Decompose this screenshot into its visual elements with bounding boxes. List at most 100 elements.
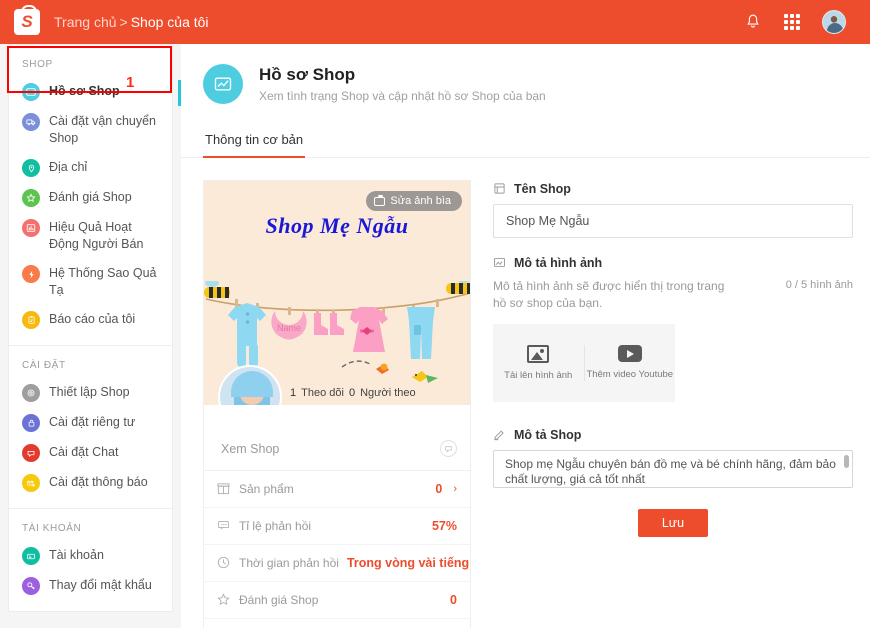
top-bar-actions — [744, 10, 856, 34]
page-header: Hồ sơ Shop Xem tình trạng Shop và cập nh… — [181, 44, 870, 122]
chat-bubble-icon[interactable] — [440, 440, 457, 457]
view-shop-row[interactable]: Xem Shop — [204, 427, 470, 471]
shop-cover-image: Shop Mẹ Ngẫu Name Sửa ảnh bìa 1 Theo dõi… — [204, 181, 470, 405]
sidebar-item-tai-khoan[interactable]: Tài khoản — [9, 541, 172, 571]
sidebar-item-cai-dat-thong-bao[interactable]: Cài đặt thông báo — [9, 468, 172, 498]
gear-icon — [22, 384, 40, 402]
shopee-logo-icon[interactable]: S — [14, 5, 40, 35]
star-outline-icon — [217, 593, 231, 607]
stat-value: 0 — [450, 593, 457, 607]
following-label: Theo dõi — [301, 387, 344, 399]
breadcrumb-home-link[interactable]: Trang chủ — [54, 14, 117, 30]
stat-label: Đánh giá Shop — [239, 593, 319, 607]
stat-value: 57% — [431, 519, 457, 533]
stat-row[interactable]: Thời gian phản hồi Trong vòng vài tiếng — [204, 545, 470, 582]
upload-image-label: Tải lên hình ảnh — [504, 369, 573, 381]
sidebar-item-thay-doi-mat-khau[interactable]: Thay đổi mật khẩu — [9, 571, 172, 601]
sidebar-item-label: Hồ sơ Shop — [49, 84, 120, 98]
avatar[interactable] — [822, 10, 846, 34]
sidebar-item-cai-dat-chat[interactable]: Cài đặt Chat — [9, 438, 172, 468]
sidebar-item-label: Hệ Thống Sao Quả Tạ — [49, 266, 157, 297]
apps-grid-icon[interactable] — [784, 14, 800, 30]
edit-cover-button[interactable]: Sửa ảnh bìa — [366, 191, 462, 211]
image-desc-label-row: Mô tả hình ảnh — [493, 256, 853, 270]
breadcrumb: Trang chủ > Shop của tôi — [54, 14, 209, 30]
save-button[interactable]: Lưu — [637, 509, 709, 537]
stat-row[interactable]: Tỉ lệ phản hồi 57% — [204, 508, 470, 545]
add-youtube-video-button[interactable]: Thêm video Youtube — [583, 345, 676, 381]
shop-avatar-wrap[interactable]: Sửa — [218, 365, 282, 405]
sidebar-group-title-shop: SHOP — [22, 59, 53, 70]
sidebar-item-label: Tài khoản — [49, 548, 104, 562]
sidebar-item-label: Cài đặt riêng tư — [49, 415, 136, 429]
pencil-icon — [493, 428, 507, 442]
chat-icon — [22, 444, 40, 462]
image-desc-label: Mô tả hình ảnh — [514, 256, 603, 270]
breadcrumb-current: Shop của tôi — [130, 14, 209, 30]
stat-label: Tỉ lệ phản hồi — [239, 519, 312, 533]
breadcrumb-separator: > — [119, 14, 128, 30]
annotation-step-number: 1 — [126, 74, 135, 91]
youtube-icon — [617, 345, 642, 362]
bell-mail-icon — [22, 474, 40, 492]
lock-icon — [22, 414, 40, 432]
sidebar-item-bao-cao-cua-toi[interactable]: Báo cáo của tôi — [9, 305, 172, 335]
following-count: 1 — [290, 387, 297, 399]
sidebar-group-shop: SHOP Hồ sơ Shop Cài đặt vận chuyển Shop … — [9, 45, 181, 345]
svg-text:Name: Name — [277, 323, 301, 333]
stat-value: 0 — [435, 482, 443, 496]
image-count: 0 / 5 hình ảnh — [785, 279, 853, 291]
sidebar-item-ho-so-shop[interactable]: Hồ sơ Shop — [9, 77, 181, 107]
sidebar-item-label: Đánh giá Shop — [49, 190, 132, 204]
sidebar-item-he-thong-sao-qua-ta[interactable]: Hệ Thống Sao Quả Tạ — [9, 259, 172, 305]
camera-icon — [374, 194, 386, 206]
sidebar-group-tai-khoan: TÀI KHOẢN Tài khoản Thay đổi mật khẩu — [9, 508, 172, 611]
sidebar-item-thiet-lap-shop[interactable]: Thiết lập Shop — [9, 378, 172, 408]
card-icon — [22, 547, 40, 565]
key-icon — [22, 577, 40, 595]
image-icon — [493, 256, 507, 270]
sidebar-item-label: Báo cáo của tôi — [49, 312, 136, 326]
report-icon — [22, 311, 40, 329]
sidebar-item-label: Thay đổi mật khẩu — [49, 578, 152, 592]
edit-cover-label: Sửa ảnh bìa — [390, 195, 451, 207]
tab-thong-tin-co-ban[interactable]: Thông tin cơ bản — [203, 122, 306, 158]
sidebar-item-dia-chi[interactable]: Địa chỉ — [9, 153, 172, 183]
stat-label: Thời gian phản hồi — [239, 556, 339, 570]
shop-name-label-row: Tên Shop — [493, 182, 853, 196]
stat-row[interactable]: Đánh giá Shop 0 — [204, 582, 470, 619]
avatar-hood — [231, 371, 273, 397]
sidebar-item-hieu-qua-hoat-dong-nguoi-ban[interactable]: Hiệu Quả Hoạt Động Người Bán — [9, 213, 172, 259]
sidebar-item-label: Cài đặt thông báo — [49, 475, 148, 489]
followers-count: 0 — [348, 387, 356, 399]
reply-icon — [217, 519, 231, 533]
sidebar-item-label: Hiệu Quả Hoạt Động Người Bán — [49, 220, 144, 251]
profile-header-icon — [203, 64, 243, 104]
shop-desc-label-row: Mô tả Shop — [493, 428, 853, 442]
bell-icon[interactable] — [744, 13, 762, 31]
upload-image-button[interactable]: Tải lên hình ảnh — [493, 344, 584, 382]
shop-name-icon — [493, 182, 507, 196]
shop-name-input[interactable] — [493, 204, 853, 238]
cover-shop-name: Shop Mẹ Ngẫu — [265, 213, 409, 238]
media-upload-box: Tải lên hình ảnh Thêm video Youtube — [493, 324, 675, 402]
sidebar-group-title-cai-dat: CÀI ĐẶT — [22, 360, 66, 371]
stat-row[interactable]: Sản phẩm 0 › — [204, 471, 470, 508]
add-video-label: Thêm video Youtube — [586, 369, 674, 380]
stat-label: Sản phẩm — [239, 482, 294, 496]
content-area: Shop Mẹ Ngẫu Name Sửa ảnh bìa 1 Theo dõi… — [181, 158, 870, 628]
sidebar-item-danh-gia-shop[interactable]: Đánh giá Shop — [9, 183, 172, 213]
shop-avatar[interactable]: Sửa — [218, 365, 282, 405]
stat-row[interactable]: Tỉ lệ đơn không thành công Chưa có tỉ lệ… — [204, 619, 470, 628]
textarea-scrollbar[interactable] — [844, 455, 849, 468]
star-icon — [22, 189, 40, 207]
logo-letter: S — [21, 12, 33, 31]
chevron-right-icon: › — [453, 483, 457, 495]
sidebar-item-cai-dat-rieng-tu[interactable]: Cài đặt riêng tư — [9, 408, 172, 438]
sidebar-group-title-tai-khoan: TÀI KHOẢN — [22, 523, 82, 534]
product-icon — [217, 482, 231, 496]
image-desc-help-row: Mô tả hình ảnh sẽ được hiển thị trong tr… — [493, 278, 853, 312]
sidebar-item-cai-dat-van-chuyen-shop[interactable]: Cài đặt vận chuyển Shop — [9, 107, 172, 153]
view-shop-label: Xem Shop — [221, 441, 280, 456]
shop-desc-textarea[interactable]: Shop mẹ Ngẫu chuyên bán đồ mẹ và bé chín… — [493, 450, 853, 488]
